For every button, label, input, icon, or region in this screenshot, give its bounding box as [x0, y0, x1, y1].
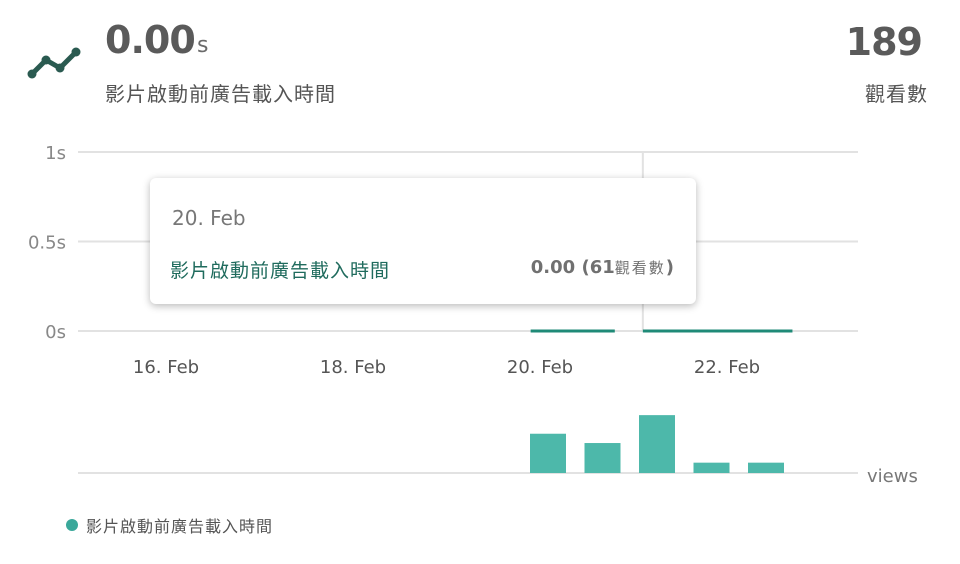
views-label: 觀看數	[865, 82, 928, 106]
views-axis-label: views	[867, 466, 918, 487]
chart-tooltip: 20. Feb 影片啟動前廣告載入時間 0.00 (61觀看數)	[150, 178, 696, 304]
views-count: 189	[845, 20, 923, 64]
views-bar	[584, 443, 621, 473]
trend-line-icon	[27, 47, 81, 79]
legend-marker	[66, 519, 78, 531]
metric-unit: s	[197, 33, 209, 58]
x-tick-label: 18. Feb	[320, 357, 386, 378]
tooltip-date: 20. Feb	[172, 206, 246, 230]
x-tick-label: 16. Feb	[133, 357, 199, 378]
legend-label: 影片啟動前廣告載入時間	[86, 517, 274, 536]
y-tick-label: 1s	[45, 143, 66, 164]
tooltip-views-word: 觀看數	[614, 259, 666, 277]
tooltip-metric-value: 0.00	[530, 257, 576, 278]
y-tick-label: 0.5s	[28, 233, 66, 254]
views-bar	[639, 415, 675, 473]
x-axis-tick-labels: 16. Feb 18. Feb 20. Feb 22. Feb	[133, 357, 760, 378]
tooltip-series-label: 影片啟動前廣告載入時間	[170, 260, 391, 282]
metric-value: 0.00	[105, 18, 196, 62]
x-tick-label: 22. Feb	[694, 357, 760, 378]
x-tick-label: 20. Feb	[507, 357, 573, 378]
y-axis-tick-labels: 1s 0.5s 0s	[28, 143, 66, 343]
views-bars	[530, 415, 784, 473]
y-tick-label: 0s	[45, 322, 66, 343]
chart-legend[interactable]: 影片啟動前廣告載入時間	[66, 513, 273, 537]
tooltip-value: 0.00 (61觀看數)	[530, 257, 674, 278]
views-bar	[748, 462, 784, 473]
metric-label: 影片啟動前廣告載入時間	[105, 82, 336, 106]
views-bar	[693, 462, 730, 473]
tooltip-views-count: 61	[589, 257, 615, 278]
views-bar	[530, 433, 566, 473]
